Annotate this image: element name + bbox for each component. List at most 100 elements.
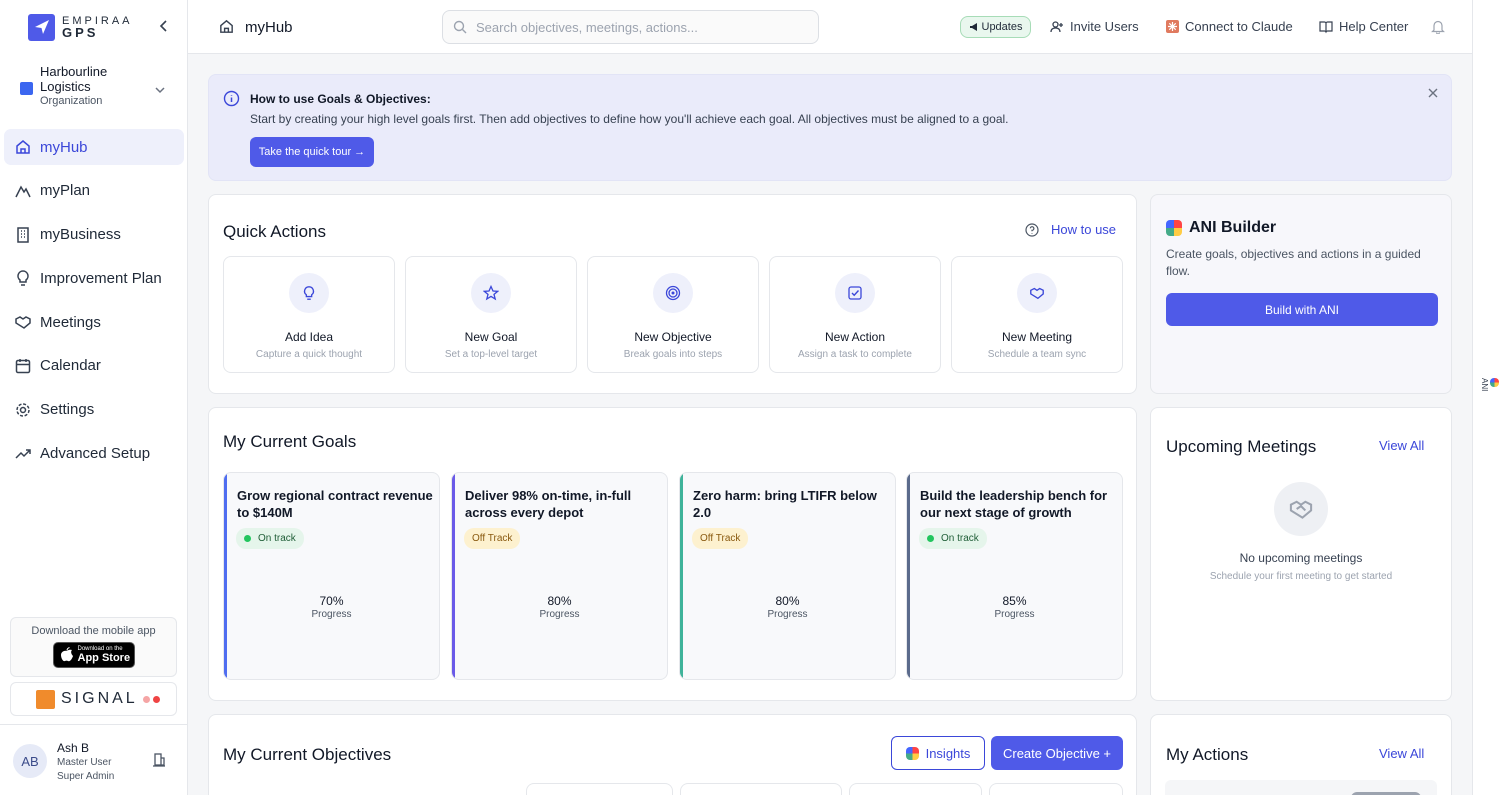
my-actions-card: My Actions View All: [1150, 714, 1452, 795]
goal-color-bar: [224, 473, 227, 679]
goal-title: Zero harm: bring LTIFR below 2.0: [693, 488, 877, 520]
ani-builder-desc: Create goals, objectives and actions in …: [1166, 247, 1421, 278]
lightbulb-icon: [289, 273, 329, 313]
sidebar-item-myhub[interactable]: myHub: [4, 129, 184, 165]
updates-button[interactable]: Updates: [960, 16, 1031, 38]
create-objective-button[interactable]: Create Objective +: [991, 736, 1123, 770]
sidebar-item-mybusiness[interactable]: myBusiness: [4, 217, 184, 253]
goal-card[interactable]: Build the leadership bench for our next …: [906, 472, 1123, 680]
quick-actions-card: Quick Actions How to use Add Idea Captur…: [208, 194, 1137, 394]
sidebar-item-calendar[interactable]: Calendar: [4, 348, 184, 384]
goal-card[interactable]: Grow regional contract revenue to $140M …: [223, 472, 440, 680]
page-title: myHub: [245, 19, 293, 36]
ani-side-panel-tab[interactable]: ANI: [1472, 0, 1512, 795]
sidebar-item-meetings[interactable]: Meetings: [4, 304, 184, 340]
goal-progress-value: 70%: [319, 594, 344, 608]
objective-card[interactable]: [989, 783, 1123, 795]
search-box[interactable]: [442, 10, 819, 44]
bell-icon[interactable]: [1431, 19, 1445, 34]
home-icon: [14, 138, 32, 156]
my-actions-title: My Actions: [1166, 745, 1249, 764]
home-icon: [218, 18, 235, 35]
mountain-icon: [14, 182, 32, 200]
ani-icon: [1166, 220, 1182, 236]
invite-users-button[interactable]: Invite Users: [1050, 19, 1139, 34]
new-meeting-action[interactable]: New Meeting Schedule a team sync: [951, 256, 1123, 373]
meetings-view-all-link[interactable]: View All: [1379, 438, 1424, 453]
actions-view-all-link[interactable]: View All: [1379, 746, 1424, 761]
goal-title: Grow regional contract revenue to $140M: [237, 488, 433, 520]
status-dot: [142, 695, 150, 703]
status-label: On track: [941, 533, 979, 544]
action-label: New Action: [824, 330, 886, 344]
sidebar-nav: myHub myPlan myBusiness Improvement Plan…: [4, 129, 184, 479]
logo-line2: GPS: [62, 25, 99, 40]
insights-button[interactable]: Insights: [891, 736, 985, 770]
info-icon: [223, 90, 240, 107]
new-action-action[interactable]: New Action Assign a task to complete: [769, 256, 941, 373]
goal-progress-label: Progress: [311, 609, 352, 620]
collapse-sidebar-button[interactable]: [156, 18, 172, 34]
help-center-label: Help Center: [1339, 19, 1409, 34]
connect-claude-label: Connect to Claude: [1185, 19, 1293, 34]
claude-icon: [1166, 20, 1179, 33]
user-role-secondary: Super Admin: [57, 771, 115, 782]
goal-color-bar: [907, 473, 910, 679]
objective-card[interactable]: [849, 783, 982, 795]
ani-icon: [1490, 378, 1499, 387]
current-objectives-title: My Current Objectives: [223, 745, 392, 764]
signal-widget[interactable]: SIGNAL: [10, 682, 177, 716]
app-store-badge[interactable]: Download on the App Store: [52, 642, 135, 668]
action-label: Add Idea: [284, 330, 334, 344]
apple-icon: [60, 647, 73, 662]
ani-tab-label: ANI: [1480, 378, 1499, 391]
org-switcher[interactable]: Harbourline Logistics Organization: [10, 64, 178, 118]
goal-card[interactable]: Zero harm: bring LTIFR below 2.0 Off Tra…: [679, 472, 896, 680]
empty-state-subtitle: Schedule your first meeting to get start…: [1209, 571, 1393, 582]
new-objective-action[interactable]: New Objective Break goals into steps: [587, 256, 759, 373]
invite-users-label: Invite Users: [1070, 19, 1139, 34]
sidebar-item-improvement-plan[interactable]: Improvement Plan: [4, 260, 184, 296]
objective-card[interactable]: [526, 783, 673, 795]
sidebar-item-myplan[interactable]: myPlan: [4, 173, 184, 209]
app-store-large-text: App Store: [77, 652, 131, 664]
status-badge: On track: [919, 528, 987, 549]
action-desc: Break goals into steps: [623, 349, 723, 360]
sidebar-item-advanced-setup[interactable]: Advanced Setup: [4, 436, 184, 472]
status-label: On track: [258, 533, 296, 544]
help-circle-icon: [1025, 222, 1039, 237]
new-goal-action[interactable]: New Goal Set a top-level target: [405, 256, 577, 373]
check-square-icon: [835, 273, 875, 313]
quick-tour-button[interactable]: Take the quick tour →: [250, 137, 374, 167]
banner-text: Start by creating your high level goals …: [250, 112, 1009, 126]
mobile-app-text: Download the mobile app: [31, 625, 156, 637]
empty-state-title: No upcoming meetings: [1239, 551, 1363, 565]
action-row[interactable]: [1165, 780, 1437, 795]
close-icon[interactable]: [1427, 87, 1439, 99]
sidebar-item-label: Improvement Plan: [40, 269, 162, 287]
switch-account-icon[interactable]: [152, 753, 166, 767]
user-role: Master User: [57, 757, 112, 768]
action-label: New Objective: [634, 330, 712, 344]
org-name: Harbourline Logistics: [40, 64, 108, 94]
how-to-use-link[interactable]: How to use: [1025, 222, 1116, 237]
insights-label: Insights: [925, 745, 971, 761]
build-with-ani-button[interactable]: Build with ANI: [1166, 293, 1438, 326]
objective-card[interactable]: [680, 783, 842, 795]
help-center-button[interactable]: Help Center: [1319, 19, 1408, 34]
search-input[interactable]: [476, 19, 796, 35]
user-profile[interactable]: AB Ash B Master User Super Admin: [0, 724, 188, 795]
ani-builder-card: ANI Builder Create goals, objectives and…: [1150, 194, 1452, 394]
connect-claude-button[interactable]: Connect to Claude: [1166, 19, 1293, 34]
brand-logo[interactable]: EMPIRAA GPS: [0, 0, 187, 54]
upcoming-meetings-title: Upcoming Meetings: [1166, 437, 1317, 456]
chevron-down-icon: [154, 84, 166, 96]
goal-progress-value: 85%: [1002, 594, 1027, 608]
goal-progress-label: Progress: [767, 609, 808, 620]
add-idea-action[interactable]: Add Idea Capture a quick thought: [223, 256, 395, 373]
sidebar-item-label: myHub: [40, 138, 88, 156]
sidebar-item-settings[interactable]: Settings: [4, 392, 184, 428]
info-banner: How to use Goals & Objectives: Start by …: [208, 74, 1452, 181]
goal-card[interactable]: Deliver 98% on-time, in-full across ever…: [451, 472, 668, 680]
goal-title: Deliver 98% on-time, in-full across ever…: [465, 488, 632, 520]
